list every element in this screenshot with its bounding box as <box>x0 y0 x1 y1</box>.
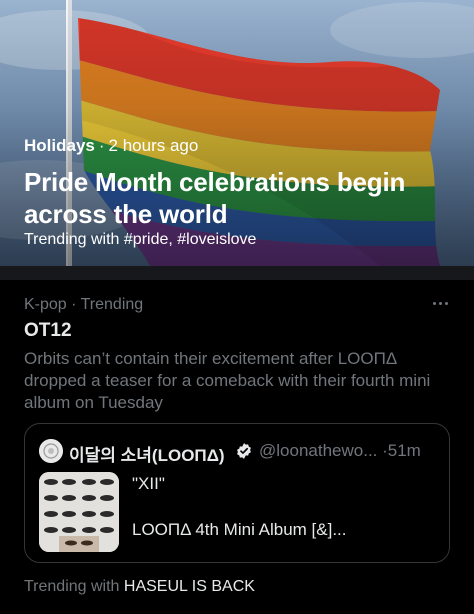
section-divider <box>0 266 474 280</box>
album-cover-image <box>39 472 119 552</box>
more-options-button[interactable] <box>428 294 452 312</box>
hero-meta: Holidays · 2 hours ago <box>24 136 198 156</box>
hero-separator: · <box>98 136 105 155</box>
loona-logo-icon <box>39 439 63 463</box>
trend-description: Orbits can’t contain their excitement af… <box>24 349 431 412</box>
quoted-handle-time: @loonathewo... ·51m <box>259 441 421 460</box>
hero-time: 2 hours ago <box>108 136 199 155</box>
trending-with: Trending with HASEUL IS BACK <box>24 578 255 596</box>
ellipsis-dot <box>438 301 442 305</box>
hero-story[interactable]: Holidays · 2 hours ago Pride Month celebra… <box>0 0 474 266</box>
trending-with-tag[interactable]: HASEUL IS BACK <box>124 578 255 595</box>
quoted-tweet-text-line2: LOOΠΔ 4th Mini Album [&]... <box>132 520 347 539</box>
ellipsis-dot <box>444 301 448 305</box>
hero-title[interactable]: Pride Month celebrations begin across th… <box>24 166 444 230</box>
avatar[interactable] <box>39 439 63 463</box>
trend-meta: K-pop · Trending <box>24 296 144 313</box>
hero-category: Holidays <box>24 136 95 155</box>
verified-badge-icon <box>237 443 251 459</box>
trending-with-prefix: Trending with <box>24 578 120 595</box>
hero-subtitle: Trending with #pride, #loveislove <box>24 231 257 248</box>
trend-name[interactable]: OT12 <box>24 320 72 342</box>
ellipsis-icon <box>432 301 436 305</box>
quoted-tweet-card[interactable]: 이달의 소녀(LOOΠΔ) @loonathewo... ·51m "XII" … <box>24 423 450 563</box>
quoted-author-name[interactable]: 이달의 소녀(LOOΠΔ) <box>69 441 225 466</box>
quoted-tweet-text-line1: "XII" <box>132 474 165 493</box>
album-thumbnail[interactable] <box>39 472 119 552</box>
